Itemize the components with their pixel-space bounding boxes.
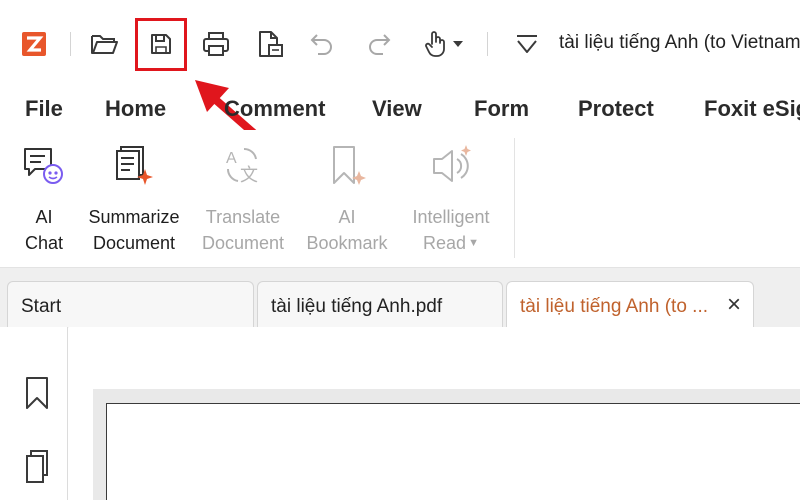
menu-file[interactable]: File xyxy=(25,96,63,122)
summarize-document-button[interactable]: Summarize Document xyxy=(84,140,184,260)
toolbar-separator xyxy=(70,32,71,56)
undo-icon[interactable] xyxy=(302,22,342,66)
tab-document-active[interactable]: tài liệu tiếng Anh (to ... × xyxy=(506,281,754,328)
menu-bar: File Home Comment View Form Protect Foxi… xyxy=(0,86,800,130)
tab-document-1[interactable]: tài liệu tiếng Anh.pdf xyxy=(257,281,503,328)
menu-form[interactable]: Form xyxy=(474,96,529,122)
navigation-panel xyxy=(0,327,68,500)
ai-chat-label-line1: AI xyxy=(35,207,53,227)
ribbon-separator xyxy=(514,138,515,258)
menu-foxit-esign[interactable]: Foxit eSig xyxy=(704,96,800,122)
pages-thumbnail-icon[interactable] xyxy=(22,449,52,485)
toolbar-separator xyxy=(487,32,488,56)
pdf-page[interactable] xyxy=(106,403,800,500)
menu-protect[interactable]: Protect xyxy=(578,96,654,122)
quick-access-toolbar: tài liệu tiếng Anh (to Vietnam xyxy=(0,0,800,86)
menu-view[interactable]: View xyxy=(372,96,422,122)
save-button-highlight xyxy=(135,18,187,71)
close-icon[interactable]: × xyxy=(723,293,745,317)
foxit-pdf-editor-window: tài liệu tiếng Anh (to Vietnam File Home… xyxy=(0,0,800,500)
translate-icon: A 文 xyxy=(219,140,267,192)
print-icon[interactable] xyxy=(196,22,236,66)
intelligent-read-label-line2: Read xyxy=(423,233,467,253)
open-folder-icon[interactable] xyxy=(84,22,124,66)
summarize-label-line1: Summarize xyxy=(88,207,180,227)
ai-chat-button[interactable]: AI Chat xyxy=(19,140,69,260)
document-properties-icon[interactable] xyxy=(250,22,290,66)
document-title: tài liệu tiếng Anh (to Vietnam xyxy=(559,32,800,53)
intelligent-read-button[interactable]: Intelligent Read ▼ xyxy=(402,140,500,260)
ai-bookmark-button[interactable]: AI Bookmark xyxy=(300,140,394,260)
bookmark-icon[interactable] xyxy=(22,375,52,411)
summarize-document-icon xyxy=(110,140,158,192)
document-tab-strip: Start tài liệu tiếng Anh.pdf tài liệu ti… xyxy=(0,267,800,328)
intelligent-read-label-line1: Intelligent xyxy=(412,207,490,227)
svg-text:文: 文 xyxy=(240,165,258,185)
ai-bookmark-label-line1: AI xyxy=(338,207,356,227)
summarize-label-line2: Document xyxy=(92,233,176,253)
speaker-icon xyxy=(427,140,475,192)
dropdown-arrow-icon: ▼ xyxy=(468,237,479,249)
hand-tool-dropdown-icon[interactable] xyxy=(446,22,470,66)
customize-toolbar-icon[interactable] xyxy=(507,22,547,66)
ai-bookmark-label-line2: Bookmark xyxy=(306,233,388,253)
menu-home[interactable]: Home xyxy=(105,96,166,122)
menu-comment[interactable]: Comment xyxy=(224,96,325,122)
ai-chat-icon xyxy=(20,140,68,192)
translate-label-line1: Translate xyxy=(205,207,281,227)
svg-text:A: A xyxy=(226,150,237,167)
translate-document-button[interactable]: A 文 Translate Document xyxy=(194,140,292,260)
translate-label-line2: Document xyxy=(201,233,285,253)
foxit-logo-icon xyxy=(14,22,54,66)
ai-bookmark-icon xyxy=(323,140,371,192)
ribbon-toolbar: AI Chat Summarize Document A 文 Translate… xyxy=(0,130,800,267)
tab-document-active-label: tài liệu tiếng Anh (to ... xyxy=(520,296,709,317)
redo-icon[interactable] xyxy=(359,22,399,66)
tab-document-1-label: tài liệu tiếng Anh.pdf xyxy=(271,296,443,317)
tab-start-label: Start xyxy=(21,296,62,317)
tab-start[interactable]: Start xyxy=(7,281,254,328)
ai-chat-label-line2: Chat xyxy=(24,233,64,253)
